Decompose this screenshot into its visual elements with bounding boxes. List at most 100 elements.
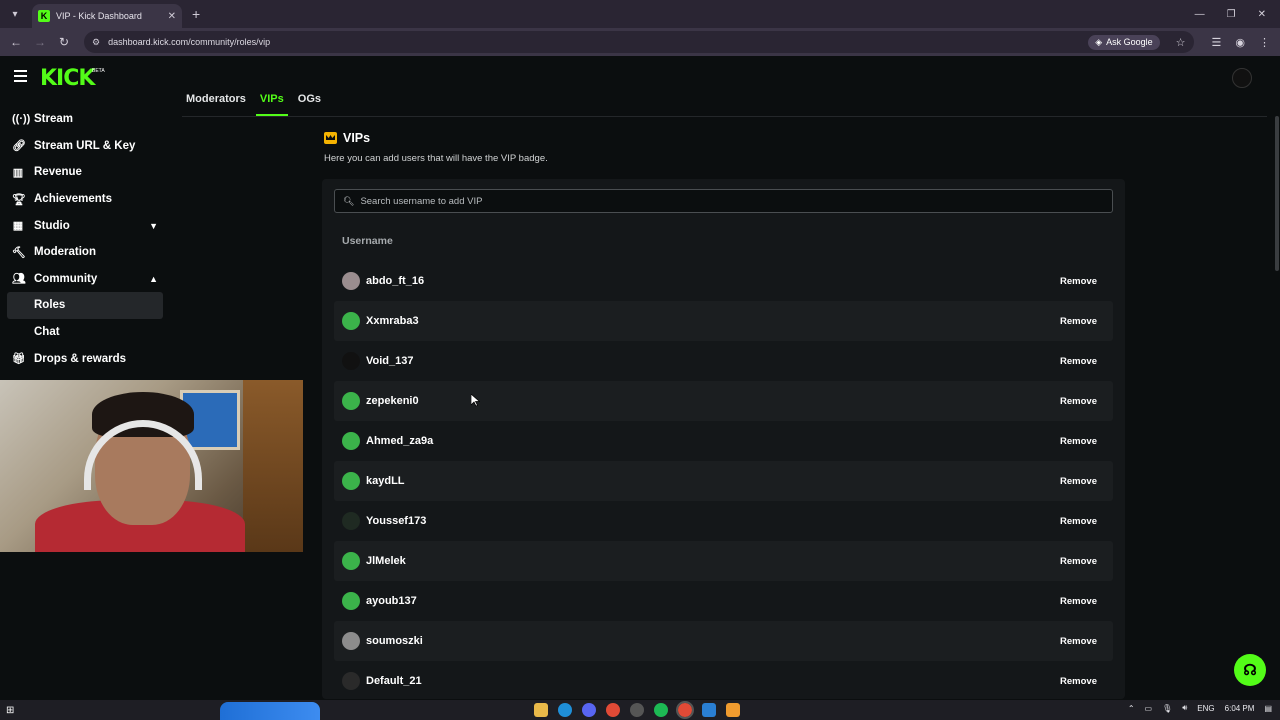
role-tabs: Moderators VIPs OGs [182,92,1267,117]
tray-chevron-icon[interactable]: ⌃ [1128,704,1135,713]
mic-icon[interactable]: 🎙︎ [1162,704,1172,713]
ask-google-button[interactable]: ◈ Ask Google [1088,34,1160,50]
discord-icon[interactable] [582,703,596,717]
browser-right-icons: ☰ ◉ ⋮ [1212,36,1274,49]
user-avatar [342,512,360,530]
remove-button[interactable]: Remove [1052,672,1105,691]
username[interactable]: Xxmraba3 [366,315,419,327]
table-row: abdo_ft_16 Remove [334,261,1113,301]
sidebar-item-label: Revenue [34,166,82,179]
sidebar-item-stream-url-key[interactable]: 🔗︎ Stream URL & Key [0,133,170,160]
remove-button[interactable]: Remove [1052,432,1105,451]
address-bar[interactable]: ⚙ dashboard.kick.com/community/roles/vip… [84,31,1194,53]
profile-icon[interactable]: ◉ [1235,36,1245,49]
username[interactable]: kaydLL [366,475,405,487]
sidebar-item-moderation[interactable]: 🔨︎ Moderation [0,239,170,266]
username[interactable]: soumoszki [366,635,423,647]
sidebar-item-revenue[interactable]: ▥ Revenue [0,159,170,186]
username[interactable]: JlMelek [366,555,406,567]
username[interactable]: ayoub137 [366,595,417,607]
gift-icon: 🎁︎ [12,353,26,366]
file-explorer-icon[interactable] [534,703,548,717]
windows-start-icon[interactable]: ⊞ [6,705,14,716]
sidebar-item-roles[interactable]: Roles [7,292,163,319]
headset-icon: ☊ [1243,662,1257,679]
hamburger-menu-icon[interactable] [14,70,27,82]
browser-tabbar: ▾ K VIP - Kick Dashboard ✕ + — ❐ ✕ [0,0,1280,28]
bookmark-star-icon[interactable]: ☆ [1176,36,1186,49]
page-scrollbar[interactable] [1275,116,1279,271]
sidebar-item-label: Moderation [34,246,96,259]
tab-vips[interactable]: VIPs [255,92,288,116]
username[interactable]: Youssef173 [366,515,426,527]
remove-button[interactable]: Remove [1052,512,1105,531]
vip-list: abdo_ft_16 Remove Xxmraba3 Remove Void_137 Re… [334,261,1113,701]
sidebar-item-community[interactable]: 👥︎ Community ▲ [0,266,170,293]
remove-button[interactable]: Remove [1052,272,1105,291]
user-avatar [342,352,360,370]
tab-close-icon[interactable]: ✕ [168,11,176,22]
username[interactable]: Ahmed_za9a [366,435,433,447]
reload-button[interactable]: ↻ [54,35,74,49]
kick-favicon-icon: K [38,10,50,22]
minimize-button[interactable]: — [1195,9,1205,20]
user-avatar[interactable] [1232,68,1252,88]
kick-logo[interactable]: KICK [40,66,95,91]
reading-list-icon[interactable]: ☰ [1212,36,1222,49]
link-icon: 🔗︎ [12,140,26,153]
spotify-icon[interactable] [654,703,668,717]
support-chat-button[interactable]: ☊ [1234,654,1266,686]
clock[interactable]: 6:04 PM [1225,704,1255,713]
volume-icon[interactable]: 🔊︎ [1182,703,1187,713]
remove-button[interactable]: Remove [1052,592,1105,611]
remove-button[interactable]: Remove [1052,472,1105,491]
back-button[interactable]: ← [6,35,26,49]
language-indicator[interactable]: ENG [1197,704,1214,713]
sidebar-item-achievements[interactable]: 🏆︎ Achievements [0,186,170,213]
table-row: ayoub137 Remove [334,581,1113,621]
new-tab-button[interactable]: + [192,6,200,22]
username[interactable]: Default_21 [366,675,422,687]
sidebar-item-studio[interactable]: ▦ Studio ▼ [0,212,170,239]
tab-ogs[interactable]: OGs [298,92,321,116]
taskbar-widget[interactable] [220,702,320,720]
tab-moderators[interactable]: Moderators [186,92,246,116]
menu-icon[interactable]: ⋮ [1259,36,1270,49]
notification-icon[interactable]: ▤ [1264,704,1272,713]
sidebar-item-label: Chat [34,326,60,339]
app-icon[interactable] [726,703,740,717]
page-title: VIPs [343,131,371,145]
app-icon[interactable] [702,703,716,717]
network-icon[interactable]: ▭ [1145,704,1153,713]
sidebar-item-stream[interactable]: ((·)) Stream [0,106,170,133]
table-row: JlMelek Remove [334,541,1113,581]
search-input[interactable] [360,195,1061,207]
remove-button[interactable]: Remove [1052,352,1105,371]
table-row: zepekeni0 Remove [334,381,1113,421]
remove-button[interactable]: Remove [1052,632,1105,651]
username[interactable]: abdo_ft_16 [366,275,424,287]
user-avatar [342,472,360,490]
table-row: Youssef173 Remove [334,501,1113,541]
search-field[interactable]: 🔍︎ [334,189,1113,213]
layout-icon: ▦ [12,220,24,233]
sidebar-item-label: Achievements [34,193,112,206]
tab-search-dropdown[interactable]: ▾ [4,3,26,25]
username[interactable]: zepekeni0 [366,395,419,407]
remove-button[interactable]: Remove [1052,552,1105,571]
restore-button[interactable]: ❐ [1227,9,1236,20]
forward-button[interactable]: → [30,35,50,49]
browser-tab[interactable]: K VIP - Kick Dashboard ✕ [32,4,182,28]
close-window-button[interactable]: ✕ [1258,9,1266,20]
chrome-active-icon[interactable] [676,701,694,719]
chrome-icon[interactable] [606,703,620,717]
table-row: soumoszki Remove [334,621,1113,661]
remove-button[interactable]: Remove [1052,392,1105,411]
settings-icon[interactable] [630,703,644,717]
sidebar-item-chat[interactable]: Chat [0,319,170,346]
remove-button[interactable]: Remove [1052,312,1105,331]
site-info-icon[interactable]: ⚙ [92,37,100,48]
edge-icon[interactable] [558,703,572,717]
username[interactable]: Void_137 [366,355,414,367]
sidebar-item-drops-rewards[interactable]: 🎁︎ Drops & rewards [0,345,170,372]
